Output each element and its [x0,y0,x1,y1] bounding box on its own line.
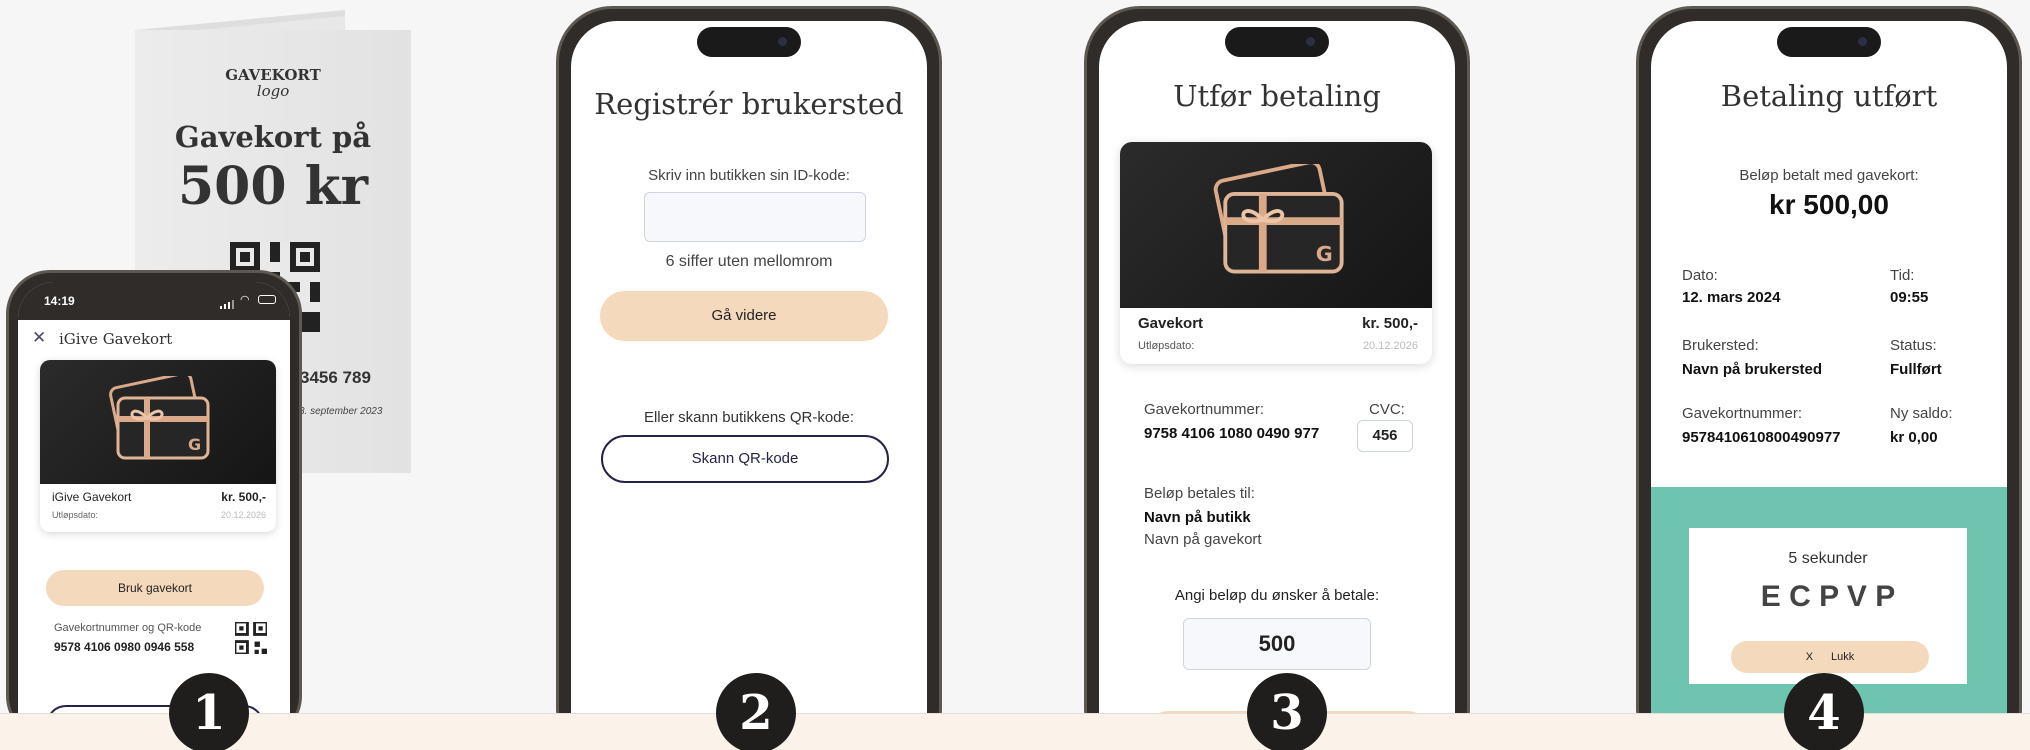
expiry-label: Utløpsdato: [1138,340,1195,352]
qr-code-icon[interactable] [235,622,267,654]
phone-step-2: Registrér brukersted Skriv inn butikken … [556,6,942,750]
close-icon[interactable]: ✕ [32,328,46,348]
step-number-3: 3 [1247,673,1327,750]
card-amount: kr. 500,- [1362,315,1418,332]
step-number-4: 4 [1784,673,1864,750]
status-label: Status: [1890,337,1937,354]
flyer-date: 3. september 2023 [299,406,383,417]
gift-card-icon: G [1213,164,1344,274]
amount-input[interactable]: 500 [1183,618,1371,670]
header-title: iGive Gavekort [59,330,173,348]
time-label: Tid: [1890,267,1915,284]
expiry-date: 20.12.2026 [220,510,266,520]
number-label: Gavekortnummer og QR-kode [54,622,202,634]
flyer-title: Gavekort på [174,120,372,154]
payee-name: Navn på butikk [1144,509,1251,526]
battery-icon [258,295,276,304]
place-value: Navn på brukersted [1682,361,1823,378]
confirmation-code-box: 5 sekunder E C P V P X Lukk [1689,528,1967,684]
bottom-band [0,713,2030,750]
status-time: 14:19 [44,294,75,308]
gift-card-icon: G [109,376,210,460]
page-title: Registrér brukersted [594,87,904,121]
payee-card: Navn på gavekort [1144,531,1262,548]
qr-scan-label: Eller skann butikkens QR-kode: [643,409,855,426]
flyer-logo-bottom: logo [256,82,290,100]
date-value: 12. mars 2024 [1682,289,1781,306]
id-code-input[interactable] [644,192,866,242]
card-number-label: Gavekortnummer: [1144,401,1265,418]
status-bar: 14:19 ◠ [18,282,290,320]
card-name: iGive Gavekort [52,490,132,504]
page-title: Betaling utført [1720,79,1938,113]
page-title: Utfør betaling [1173,79,1381,113]
paid-amount: kr 500,00 [1769,189,1889,220]
card-name: Gavekort [1138,315,1204,332]
payee-label: Beløp betales til: [1144,485,1255,502]
use-gift-card-button[interactable]: Bruk gavekort [46,570,264,606]
time-value: 09:55 [1890,289,1929,306]
close-label: Lukk [1831,651,1855,663]
card-number: 9578 4106 0980 0946 558 [54,640,195,654]
phone-step-4: Betaling utført Beløp betalt med gavekor… [1636,6,2022,750]
card-number: 9758 4106 1080 0490 977 [1144,425,1320,442]
status-value: Fullført [1890,361,1942,378]
card-amount: kr. 500,- [221,490,266,504]
balance-value: kr 0,00 [1890,429,1938,446]
gift-card[interactable]: G Gavekort kr. 500,- Utløpsdato: 20.12.2… [1120,142,1432,364]
paid-label: Beløp betalt med gavekort: [1739,167,1919,184]
cvc-label: CVC: [1369,401,1405,418]
expiry-date: 20.12.2026 [1362,340,1418,352]
balance-label: Ny saldo: [1890,405,1953,422]
card-number-label: Gavekortnummer: [1682,405,1803,422]
svg-text:G: G [1316,242,1333,266]
continue-button[interactable]: Gå videre [600,291,888,341]
step-number-1: 1 [169,673,249,750]
cvc-field: 456 [1357,420,1413,452]
flyer-amount: 500 kr [177,156,369,217]
amount-label: Angi beløp du ønsker å betale: [1174,587,1380,604]
svg-text:G: G [188,435,201,454]
phone-step-1: 14:19 ◠ ✕ iGive Gavekort G iGive Gavekor… [6,270,302,740]
place-label: Brukersted: [1682,337,1759,354]
card-number: 9578410610800490977 [1682,429,1841,446]
date-label: Dato: [1682,267,1718,284]
close-x-icon: X [1805,651,1814,663]
id-code-hint: 6 siffer uten mellomrom [665,253,833,270]
signal-icon [220,296,234,309]
wifi-icon: ◠ [240,294,250,306]
confirmation-code: E C P V P [1760,580,1896,613]
close-button[interactable]: X Lukk [1731,641,1929,673]
gift-card[interactable]: G iGive Gavekort kr. 500,- Utløpsdato: 2… [40,360,276,532]
scan-qr-button[interactable]: Skann QR-kode [601,435,889,483]
expiry-label: Utløpsdato: [52,510,99,520]
countdown: 5 sekunder [1788,550,1868,567]
flyer-card-number: 3456 789 [300,368,371,387]
id-code-label: Skriv inn butikken sin ID-kode: [648,167,850,184]
step-number-2: 2 [716,673,796,750]
phone-step-3: Utfør betaling G Gavekort kr. 500,- Utlø… [1084,6,1470,750]
